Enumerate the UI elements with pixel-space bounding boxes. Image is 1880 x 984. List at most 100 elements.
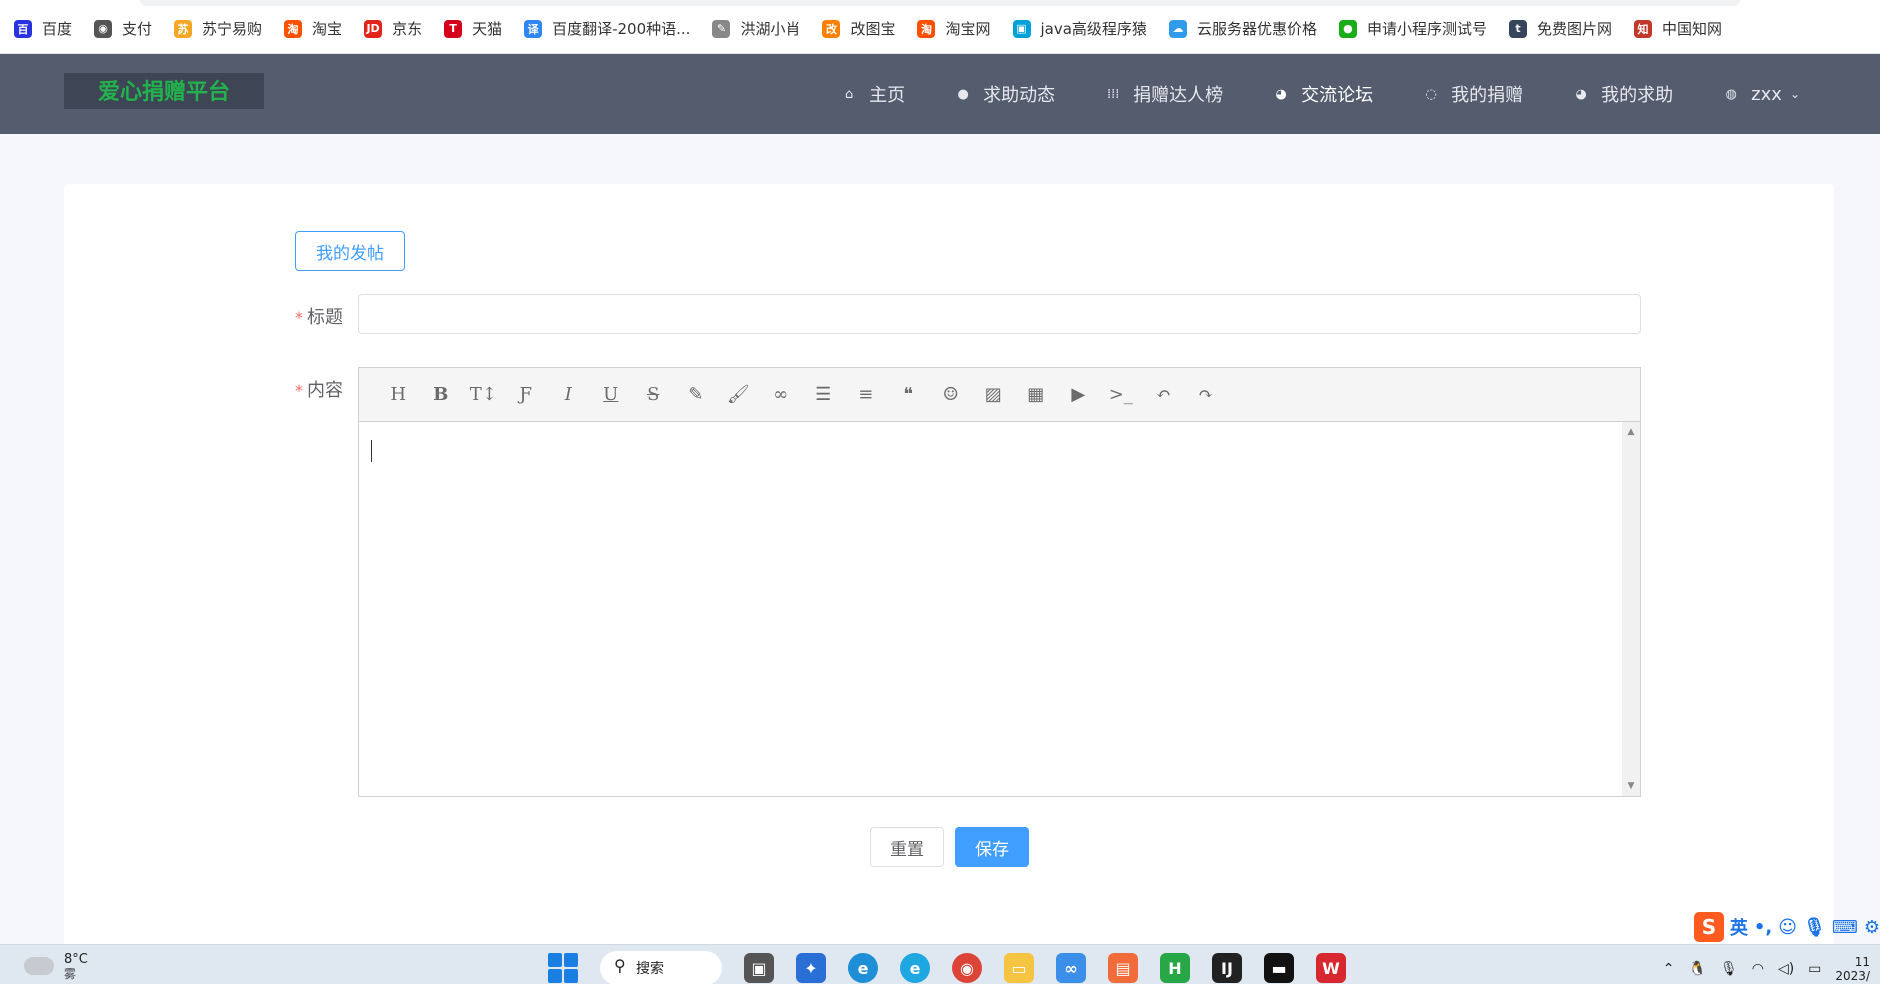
bookmark-item[interactable]: 改改图宝	[822, 18, 895, 39]
battery-icon[interactable]: ▭	[1808, 961, 1821, 977]
ime-mode[interactable]: 英	[1730, 914, 1748, 940]
background-color-icon[interactable]: 🖌	[717, 380, 760, 410]
user-menu[interactable]: ◍ zxx ⌄	[1723, 84, 1801, 105]
list-icon[interactable]: ☰	[802, 380, 845, 410]
bookmark-item[interactable]: ◉ 支付	[94, 18, 152, 39]
user-icon: ◍	[1725, 86, 1737, 102]
ime-toolbar[interactable]: S 英 •, ☺ 🎙 ⌨ ⚙	[1693, 912, 1880, 942]
nav-item-label: 交流论坛	[1301, 85, 1374, 106]
bookmark-label: java高级程序猿	[1040, 20, 1147, 38]
bookmark-item[interactable]: T 天猫	[444, 18, 502, 39]
windows-start-icon[interactable]	[548, 953, 578, 983]
emoji-icon[interactable]: ☺	[1778, 917, 1797, 938]
strikethrough-icon[interactable]: S	[632, 380, 675, 410]
table-icon[interactable]: ▦	[1015, 380, 1058, 410]
bookmark-item[interactable]: ● 申请小程序测试号	[1338, 18, 1487, 39]
site-logo-text: 爱心捐赠平台	[97, 80, 230, 105]
video-icon[interactable]: ▶	[1057, 380, 1100, 410]
tray-microphone-icon[interactable]: 🎙	[1720, 961, 1738, 977]
text-color-icon[interactable]: ✎	[675, 380, 718, 410]
app-link-icon[interactable]: ∞	[1056, 953, 1086, 983]
scroll-up-arrow-icon[interactable]: ▲	[1622, 424, 1640, 440]
ime-settings-icon[interactable]: ⚙	[1864, 917, 1880, 938]
app-tool-icon[interactable]: ✦	[796, 953, 826, 983]
punctuation-icon[interactable]: •,	[1754, 917, 1772, 938]
baidu-icon: 百	[14, 19, 32, 38]
underline-icon[interactable]: U	[590, 380, 633, 410]
title-input[interactable]	[358, 294, 1641, 334]
editor-content-area[interactable]	[359, 422, 1623, 796]
volume-icon[interactable]: ◁)	[1778, 961, 1794, 977]
font-size-icon[interactable]: T↕	[462, 380, 505, 410]
microphone-icon[interactable]: 🎙	[1803, 917, 1826, 938]
bookmark-item[interactable]: 知中国知网	[1633, 18, 1722, 39]
cloud-icon	[24, 957, 54, 975]
title-label-text: 标题	[307, 307, 343, 328]
redo-icon[interactable]: ↷	[1185, 380, 1228, 410]
scroll-down-arrow-icon[interactable]: ▼	[1622, 778, 1640, 794]
editor-scrollbar[interactable]: ▲ ▼	[1622, 422, 1640, 796]
bookmark-item[interactable]: 百百度	[14, 18, 72, 39]
translate-icon: 译	[524, 19, 543, 38]
bookmark-label: 淘宝	[312, 20, 343, 38]
bookmark-label: 淘宝网	[945, 20, 991, 38]
jd-icon: JD	[364, 19, 383, 38]
nav-item[interactable]: ● 求助动态	[955, 81, 1056, 107]
taobao-icon: 淘	[284, 19, 303, 38]
nav-item[interactable]: ⌂ 主页	[841, 81, 905, 107]
undo-icon[interactable]: ↶	[1142, 380, 1185, 410]
quote-icon[interactable]: ❝	[887, 380, 930, 410]
ie-icon[interactable]: e	[900, 953, 930, 983]
reset-button[interactable]: 重置	[870, 827, 944, 867]
terminal-icon[interactable]: ▬	[1264, 953, 1294, 983]
emoticon-icon[interactable]: ☺	[930, 380, 973, 410]
task-view-icon[interactable]: ▣	[744, 953, 774, 983]
address-bar-edge	[140, 0, 1740, 6]
bookmark-list: 百百度 ◉ 支付 苏苏宁易购 淘淘宝 JD 京东 T 天猫 译百度翻译-200种语... ✎ 洪湖小肖…	[14, 18, 1744, 39]
bookmark-item[interactable]: JD 京东	[364, 18, 422, 39]
bookmark-item[interactable]: 淘淘宝网	[917, 18, 991, 39]
bookmark-item[interactable]: 译百度翻译-200种语...	[524, 18, 690, 39]
intellij-icon[interactable]: IJ	[1212, 953, 1242, 983]
text-cursor	[371, 440, 372, 462]
suning-icon: 苏	[174, 19, 193, 38]
nav-item[interactable]: ◕ 我的求助	[1573, 81, 1674, 107]
align-icon[interactable]: ≡	[845, 380, 888, 410]
content-label-text: 内容	[307, 380, 343, 401]
bookmark-item[interactable]: 淘淘宝	[284, 18, 342, 39]
taskbar-search[interactable]: 搜索	[600, 951, 722, 984]
bookmark-item[interactable]: t 免费图片网	[1508, 18, 1612, 39]
clock[interactable]: 11 2023/	[1835, 955, 1870, 983]
bold-icon[interactable]: B	[420, 380, 463, 410]
keyboard-icon[interactable]: ⌨	[1832, 917, 1858, 938]
hbuilder-icon[interactable]: H	[1160, 953, 1190, 983]
chrome-icon[interactable]: ◉	[952, 953, 982, 983]
edge-icon[interactable]: e	[848, 953, 878, 983]
image-icon[interactable]: ▨	[972, 380, 1015, 410]
nav-item[interactable]: ◌ 我的捐赠	[1423, 81, 1524, 107]
bookmark-item[interactable]: ✎ 洪湖小肖	[712, 18, 800, 39]
link-icon[interactable]: ∞	[760, 380, 803, 410]
bookmark-item[interactable]: ☁ 云服务器优惠价格	[1168, 18, 1317, 39]
save-button[interactable]: 保存	[955, 827, 1029, 867]
code-icon[interactable]: >_	[1100, 380, 1143, 410]
title-label: * 标题	[295, 303, 343, 329]
heading-icon[interactable]: H	[377, 380, 420, 410]
site-logo[interactable]: 爱心捐赠平台	[64, 73, 264, 109]
bookmark-item[interactable]: ▣ java高级程序猿	[1012, 18, 1147, 39]
app-notes-icon[interactable]: ▤	[1108, 953, 1138, 983]
nav-item[interactable]: ⁞⁞⁞ 捐赠达人榜	[1105, 81, 1223, 107]
font-family-icon[interactable]: Ƒ	[505, 380, 548, 410]
tray-expand-icon[interactable]: ⌃	[1663, 961, 1675, 977]
italic-icon[interactable]: I	[547, 380, 590, 410]
wifi-icon[interactable]: ◠	[1752, 961, 1764, 977]
qq-icon[interactable]: 🐧	[1689, 961, 1706, 977]
bookmark-label: 中国知网	[1661, 20, 1722, 38]
bookmark-item[interactable]: 苏苏宁易购	[174, 18, 262, 39]
file-explorer-icon[interactable]: ▭	[1004, 953, 1034, 983]
my-posts-button[interactable]: 我的发帖	[295, 231, 405, 271]
required-mark: *	[295, 381, 303, 400]
weather-widget[interactable]: 8°C 雾	[24, 953, 88, 981]
nav-item[interactable]: ◕ 交流论坛	[1273, 81, 1374, 107]
wps-icon[interactable]: W	[1316, 953, 1346, 983]
